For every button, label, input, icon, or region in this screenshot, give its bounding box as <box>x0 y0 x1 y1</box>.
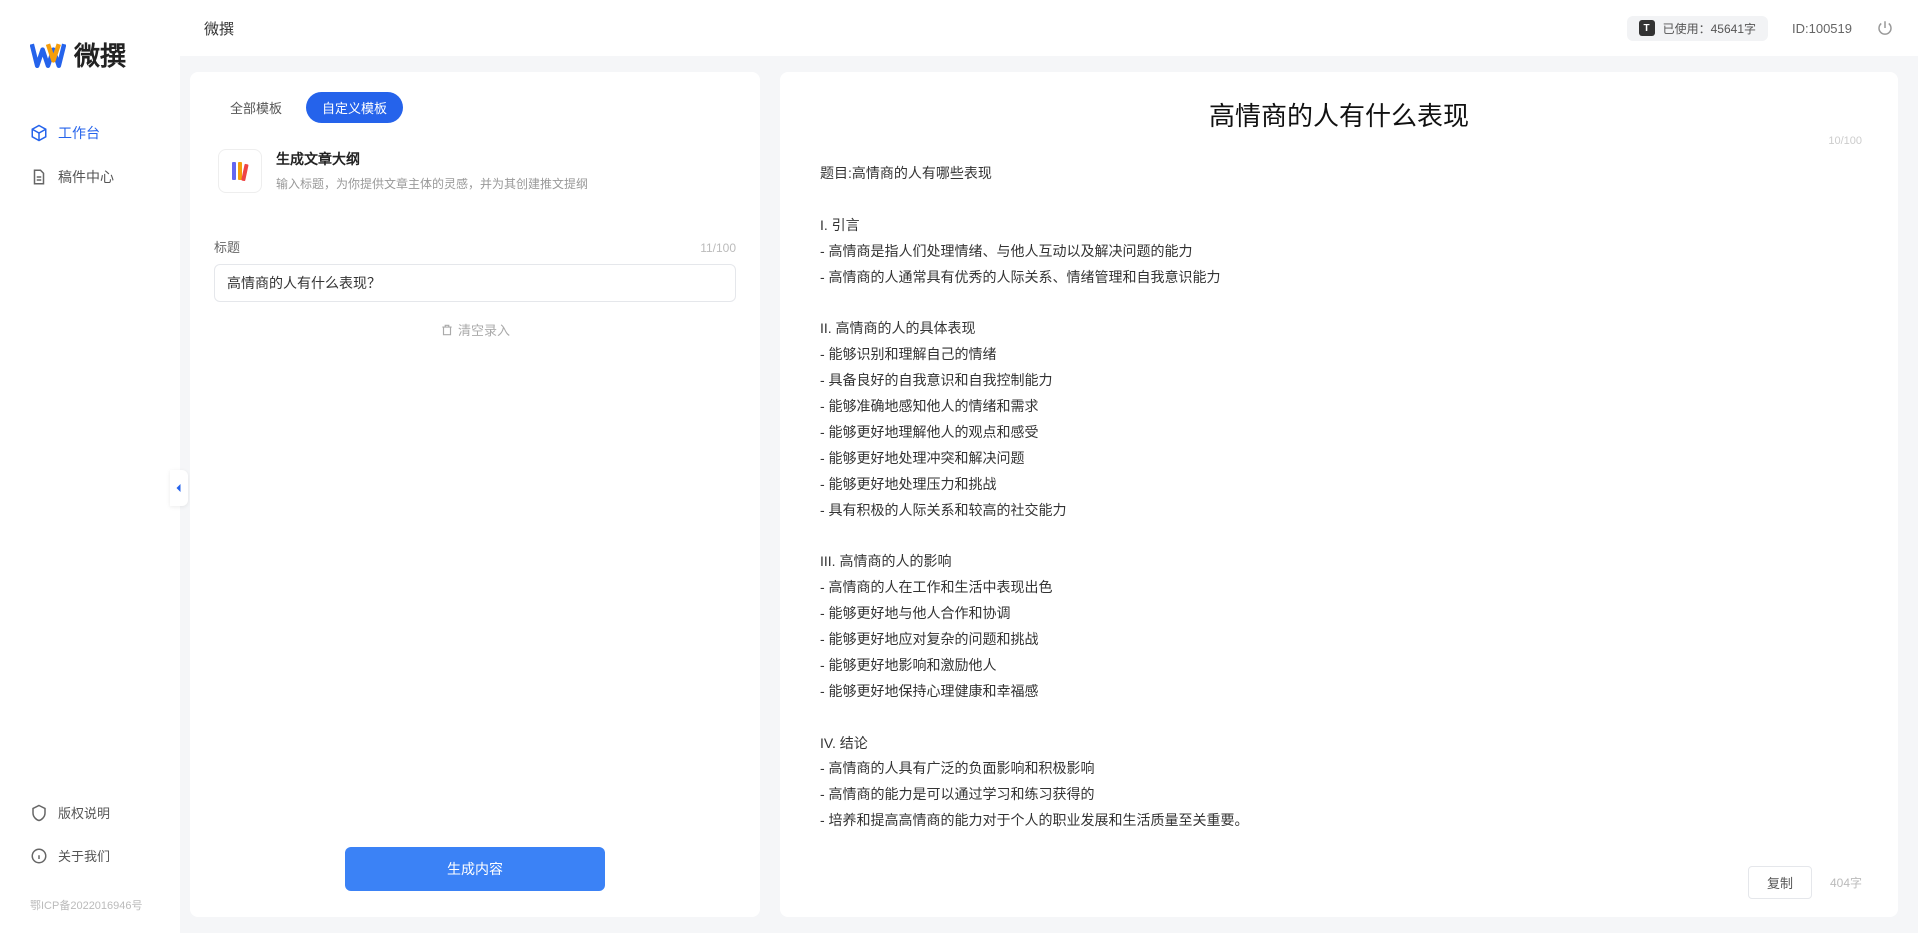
title-input[interactable] <box>214 264 736 302</box>
result-title-counter: 10/100 <box>1828 135 1862 147</box>
right-footer: 复制 404字 <box>1748 866 1862 899</box>
template-card: 生成文章大纲 输入标题，为你提供文章主体的灵感，并为其创建推文提纲 <box>214 139 736 213</box>
usage-value: 45641字 <box>1711 20 1756 37</box>
word-count: 404字 <box>1830 874 1862 891</box>
generate-button[interactable]: 生成内容 <box>345 847 605 891</box>
info-icon <box>30 847 48 865</box>
document-icon <box>30 168 48 186</box>
icp-text: 鄂ICP备2022016946号 <box>0 889 180 913</box>
result-title: 高情商的人有什么表现 <box>816 96 1862 133</box>
sidebar: 微撰 工作台 稿件中心 <box>0 0 180 933</box>
power-button[interactable] <box>1876 19 1894 37</box>
sidebar-footer: 版权说明 关于我们 <box>0 793 180 889</box>
usage-prefix: 已使用： <box>1663 20 1711 37</box>
right-panel: 高情商的人有什么表现 10/100 题目:高情商的人有哪些表现 I. 引言 - … <box>780 72 1898 917</box>
nav-label: 工作台 <box>58 123 100 143</box>
template-desc: 输入标题，为你提供文章主体的灵感，并为其创建推文提纲 <box>276 175 588 192</box>
nav-label: 关于我们 <box>58 846 110 865</box>
main: 全部模板 自定义模板 生成文章大纲 输入标题，为你提供文章主体的灵感，并为其创建… <box>180 56 1918 933</box>
usage-badge[interactable]: T 已使用： 45641字 <box>1627 16 1768 41</box>
logo-text: 微撰 <box>74 36 126 73</box>
clear-input-button[interactable]: 清空录入 <box>214 320 736 339</box>
template-icon <box>218 149 262 193</box>
topbar: 微撰 T 已使用： 45641字 ID:100519 <box>180 0 1918 56</box>
tab-custom-templates[interactable]: 自定义模板 <box>306 92 403 123</box>
nav-label: 稿件中心 <box>58 167 114 187</box>
nav-item-drafts[interactable]: 稿件中心 <box>16 157 164 197</box>
user-id: ID:100519 <box>1792 21 1852 36</box>
tab-row: 全部模板 自定义模板 <box>214 92 736 123</box>
page-title: 微撰 <box>204 18 234 39</box>
nav-label: 版权说明 <box>58 803 110 822</box>
title-field-label: 标题 <box>214 237 240 256</box>
nav-item-about[interactable]: 关于我们 <box>16 836 164 875</box>
tab-all-templates[interactable]: 全部模板 <box>214 92 298 123</box>
logo[interactable]: 微撰 <box>0 20 180 113</box>
clear-label: 清空录入 <box>458 320 510 339</box>
template-title: 生成文章大纲 <box>276 149 588 169</box>
nav-item-workspace[interactable]: 工作台 <box>16 113 164 153</box>
logo-icon <box>30 37 66 73</box>
shield-icon <box>30 804 48 822</box>
left-panel: 全部模板 自定义模板 生成文章大纲 输入标题，为你提供文章主体的灵感，并为其创建… <box>190 72 760 917</box>
copy-button[interactable]: 复制 <box>1748 866 1812 899</box>
cube-icon <box>30 124 48 142</box>
nav: 工作台 稿件中心 <box>0 113 180 793</box>
text-count-icon: T <box>1639 20 1655 36</box>
trash-icon <box>440 323 454 337</box>
nav-item-copyright[interactable]: 版权说明 <box>16 793 164 832</box>
title-field-counter: 11/100 <box>700 241 736 255</box>
result-body: 题目:高情商的人有哪些表现 I. 引言 - 高情商是指人们处理情绪、与他人互动以… <box>816 153 1862 842</box>
